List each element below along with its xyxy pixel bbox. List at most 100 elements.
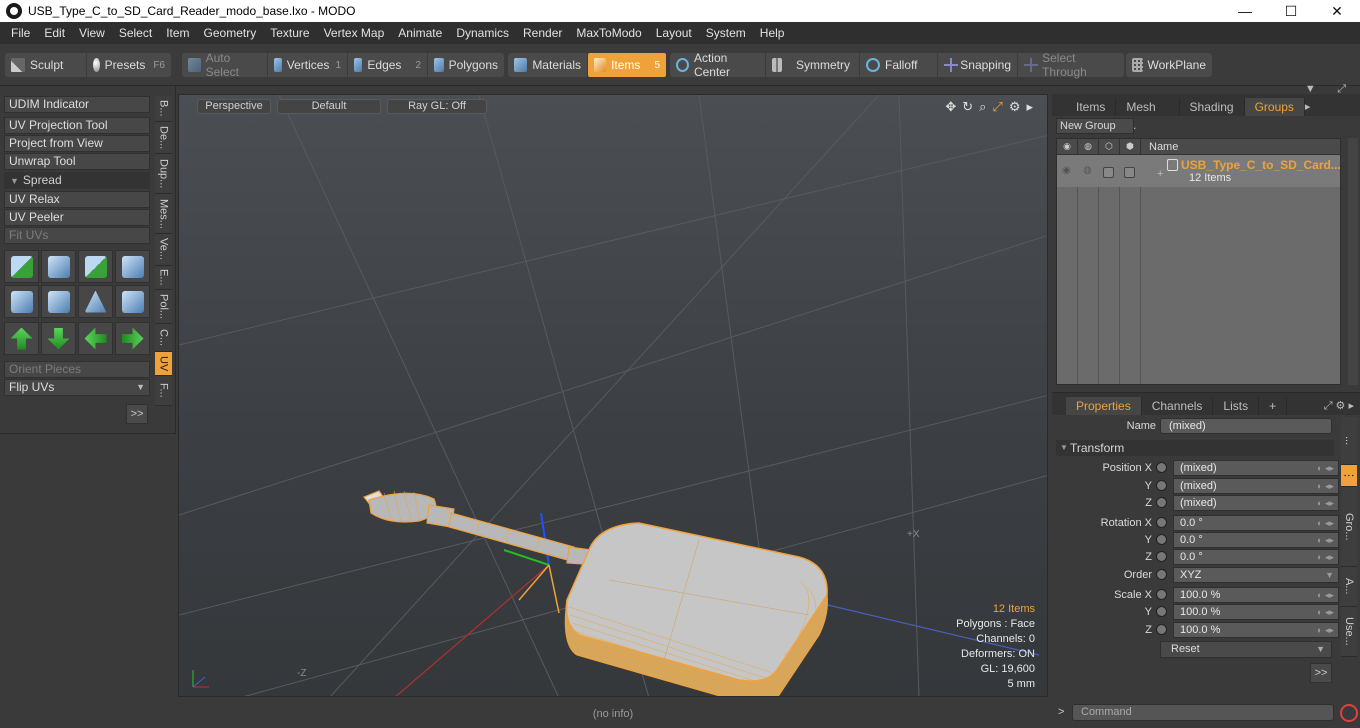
menu-help[interactable]: Help xyxy=(753,22,792,44)
shading-style-menu[interactable]: Default xyxy=(277,98,381,114)
left-panel-more-button[interactable]: >> xyxy=(126,404,148,424)
uv-box-project-button[interactable] xyxy=(115,285,150,318)
name-field[interactable]: (mixed) xyxy=(1160,418,1332,434)
align-right-button[interactable] xyxy=(115,322,150,355)
tab-groups[interactable]: Groups xyxy=(1244,98,1305,116)
vtab-uv[interactable]: UV xyxy=(155,352,172,376)
uv-scale-tool-button[interactable] xyxy=(78,250,113,283)
uv-peeler-button[interactable]: UV Peeler xyxy=(4,209,150,226)
command-input[interactable]: Command xyxy=(1072,704,1334,721)
menu-item[interactable]: Item xyxy=(159,22,196,44)
tab-shading[interactable]: Shading xyxy=(1180,98,1245,116)
polygons-button[interactable]: Polygons xyxy=(428,53,504,77)
row-lock-checkbox[interactable] xyxy=(1103,167,1114,178)
reset-dropdown[interactable]: Reset ▼ xyxy=(1160,641,1332,658)
menu-maxtomodo[interactable]: MaxToModo xyxy=(569,22,648,44)
scale-y-field[interactable]: 100.0 % ◐ ◂▸ xyxy=(1173,603,1339,620)
row-render-icon[interactable]: ◍ xyxy=(1083,165,1092,176)
zoom-icon[interactable]: ⌕ xyxy=(979,99,986,115)
rotation-x-field[interactable]: 0.0 ° ◐ ◂▸ xyxy=(1173,514,1339,531)
sculpt-button[interactable]: Sculpt xyxy=(5,53,87,77)
materials-button[interactable]: Materials xyxy=(508,53,588,77)
vtab-active[interactable]: ⋮ xyxy=(1341,465,1357,487)
align-up-button[interactable] xyxy=(4,322,39,355)
rotation-y-field[interactable]: 0.0 ° ◐ ◂▸ xyxy=(1173,531,1339,548)
stepper-icon[interactable]: ◐ ◂▸ xyxy=(1317,461,1334,475)
uv-plane-project-button[interactable] xyxy=(41,285,76,318)
position-y-anim-dot[interactable] xyxy=(1156,480,1167,491)
vertices-button[interactable]: Vertices 1 xyxy=(268,53,348,77)
vtab-curve[interactable]: C... xyxy=(155,324,172,352)
properties-panel-options-icon[interactable]: ⤢ ⚙ ▸ xyxy=(1324,397,1354,415)
stepper-icon[interactable]: ◐ ◂▸ xyxy=(1317,588,1334,602)
vtab-top[interactable]: ... xyxy=(1341,417,1357,465)
transform-section[interactable]: ▼ Transform xyxy=(1056,440,1334,456)
presets-button[interactable]: Presets F6 xyxy=(87,53,171,77)
menu-system[interactable]: System xyxy=(699,22,753,44)
rotation-x-anim-dot[interactable] xyxy=(1156,517,1167,528)
udim-indicator-button[interactable]: UDIM Indicator xyxy=(4,96,150,113)
vtab-b[interactable]: B... xyxy=(155,96,172,122)
position-z-field[interactable]: (mixed) ◐ ◂▸ xyxy=(1173,494,1339,511)
falloff-button[interactable]: Falloff xyxy=(860,53,938,77)
minimize-button[interactable]: — xyxy=(1222,0,1268,22)
order-anim-dot[interactable] xyxy=(1156,569,1167,580)
menu-view[interactable]: View xyxy=(72,22,112,44)
vtab-edge[interactable]: E... xyxy=(155,266,172,290)
tab-items[interactable]: Items xyxy=(1066,98,1117,116)
vtab-deform[interactable]: De... xyxy=(155,122,172,154)
scale-x-field[interactable]: 100.0 % ◐ ◂▸ xyxy=(1173,586,1339,603)
vtab-user[interactable]: Use... xyxy=(1341,607,1357,657)
uv-relax-button[interactable]: UV Relax xyxy=(4,191,150,208)
menu-dynamics[interactable]: Dynamics xyxy=(449,22,516,44)
position-x-anim-dot[interactable] xyxy=(1156,462,1167,473)
rotation-y-anim-dot[interactable] xyxy=(1156,534,1167,545)
rotation-z-field[interactable]: 0.0 ° ◐ ◂▸ xyxy=(1173,548,1339,565)
select-through-button[interactable]: Select Through xyxy=(1018,51,1124,79)
stepper-icon[interactable]: ◐ ◂▸ xyxy=(1317,533,1334,547)
vtab-vertex[interactable]: Ve... xyxy=(155,234,172,266)
symmetry-button[interactable]: Symmetry xyxy=(766,53,860,77)
fit-uvs-button[interactable]: Fit UVs xyxy=(4,227,150,244)
raygl-toggle[interactable]: Ray GL: Off xyxy=(387,98,487,114)
stepper-icon[interactable]: ◐ ◂▸ xyxy=(1317,623,1334,637)
spread-section[interactable]: ▼ Spread xyxy=(4,172,150,189)
new-group-button[interactable]: New Group xyxy=(1056,118,1134,134)
vtab-f[interactable]: F... xyxy=(155,376,172,406)
stepper-icon[interactable]: ◐ ◂▸ xyxy=(1317,605,1334,619)
action-center-button[interactable]: Action Center xyxy=(670,51,766,79)
lock-icon[interactable]: ⬡ xyxy=(1099,138,1120,155)
vtab-a[interactable]: A... xyxy=(1341,567,1357,607)
items-button[interactable]: Items 5 xyxy=(588,53,666,77)
uv-transform-tool-button[interactable] xyxy=(115,250,150,283)
menu-select[interactable]: Select xyxy=(112,22,159,44)
vtab-polygon[interactable]: Pol... xyxy=(155,290,172,324)
panel-dropdown-chevron-icon[interactable]: ▼ ⤢ ▸ xyxy=(1305,80,1354,116)
vtab-mesh[interactable]: Mes... xyxy=(155,194,172,234)
workplane-button[interactable]: WorkPlane xyxy=(1126,53,1212,77)
expand-plus-icon[interactable]: + xyxy=(1157,168,1163,180)
vtab-duplicate[interactable]: Dup... xyxy=(155,154,172,194)
menu-texture[interactable]: Texture xyxy=(263,22,316,44)
vtab-groups[interactable]: Gro... xyxy=(1341,487,1357,567)
uv-rotate-tool-button[interactable] xyxy=(41,250,76,283)
viewport-menu-arrow-icon[interactable]: ▸ xyxy=(1026,99,1033,115)
menu-animate[interactable]: Animate xyxy=(391,22,449,44)
fit-view-icon[interactable]: ⤢ xyxy=(992,99,1002,115)
row-visibility-eye-icon[interactable]: ◉ xyxy=(1062,165,1071,176)
flip-uvs-dropdown[interactable]: Flip UVs ▼ xyxy=(4,379,150,396)
menu-vertex-map[interactable]: Vertex Map xyxy=(317,22,392,44)
close-button[interactable]: ✕ xyxy=(1314,0,1360,22)
scale-z-anim-dot[interactable] xyxy=(1156,624,1167,635)
3d-viewport[interactable]: Perspective Default Ray GL: Off ✥ ↻ ⌕ ⤢ … xyxy=(178,94,1048,697)
menu-geometry[interactable]: Geometry xyxy=(197,22,264,44)
auto-select-button[interactable]: Auto Select xyxy=(182,51,268,79)
orbit-icon[interactable]: ↻ xyxy=(962,99,973,115)
project-from-view-button[interactable]: Project from View xyxy=(4,135,150,152)
position-x-field[interactable]: (mixed) ◐ ◂▸ xyxy=(1173,459,1339,476)
scale-x-anim-dot[interactable] xyxy=(1156,589,1167,600)
command-history-arrow-icon[interactable]: > xyxy=(1058,706,1064,718)
pan-icon[interactable]: ✥ xyxy=(945,99,956,115)
position-y-field[interactable]: (mixed) ◐ ◂▸ xyxy=(1173,477,1339,494)
scale-z-field[interactable]: 100.0 % ◐ ◂▸ xyxy=(1173,621,1339,638)
